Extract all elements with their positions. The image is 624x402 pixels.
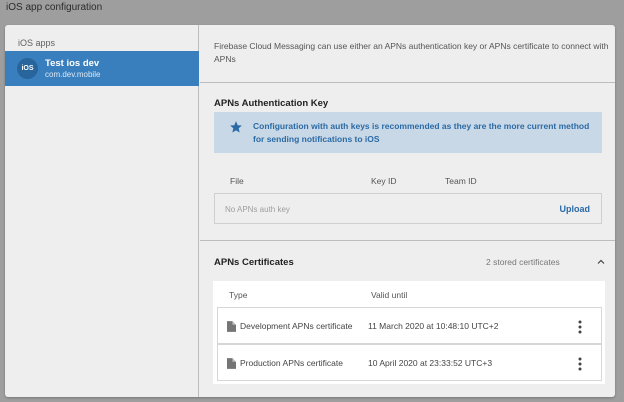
column-header-key-id: Key ID (371, 176, 397, 186)
document-icon (227, 358, 236, 369)
certificates-section-title: APNs Certificates (214, 257, 294, 268)
certificates-table: Type Valid until Development APNs certif… (213, 281, 605, 384)
sidebar-header: iOS apps (18, 38, 56, 48)
app-name: Test ios dev (45, 58, 100, 69)
table-row: Development APNs certificate 11 March 20… (217, 307, 602, 344)
column-header-type: Type (229, 290, 248, 300)
more-vert-icon[interactable] (578, 357, 582, 371)
table-row: Production APNs certificate 10 April 202… (217, 344, 602, 381)
document-icon (227, 321, 236, 332)
main-panel: Firebase Cloud Messaging can use either … (200, 25, 615, 397)
column-header-team-id: Team ID (445, 176, 477, 186)
ios-app-icon: iOS (17, 58, 38, 79)
divider (200, 82, 615, 83)
config-card: iOS apps iOS Test ios dev com.dev.mobile… (5, 25, 615, 397)
auth-key-section-title: APNs Authentication Key (214, 98, 329, 109)
certificate-type: Development APNs certificate (240, 321, 353, 331)
intro-text: Firebase Cloud Messaging can use either … (214, 41, 609, 64)
upload-button[interactable]: Upload (560, 204, 591, 214)
certificate-valid-until: 11 March 2020 at 10:48:10 UTC+2 (368, 321, 499, 331)
divider (200, 240, 615, 241)
auth-key-empty-row: No APNs auth key Upload (214, 193, 602, 224)
more-vert-icon[interactable] (578, 320, 582, 334)
column-header-valid-until: Valid until (371, 290, 408, 300)
info-banner: Configuration with auth keys is recommen… (214, 112, 602, 153)
sidebar: iOS apps iOS Test ios dev com.dev.mobile (5, 25, 199, 397)
column-header-file: File (230, 176, 244, 186)
sidebar-item-test-ios-dev[interactable]: iOS Test ios dev com.dev.mobile (5, 51, 199, 86)
stored-certificates-count: 2 stored certificates (486, 257, 560, 267)
certificate-valid-until: 10 April 2020 at 23:33:52 UTC+3 (368, 358, 493, 368)
chevron-up-icon[interactable] (595, 256, 607, 268)
page-title: iOS app configuration (6, 2, 103, 13)
info-text: Configuration with auth keys is recommen… (253, 121, 590, 144)
empty-state-text: No APNs auth key (225, 205, 290, 214)
certificate-type: Production APNs certificate (240, 358, 343, 368)
star-icon (230, 121, 242, 133)
app-bundle-id: com.dev.mobile (45, 70, 101, 79)
